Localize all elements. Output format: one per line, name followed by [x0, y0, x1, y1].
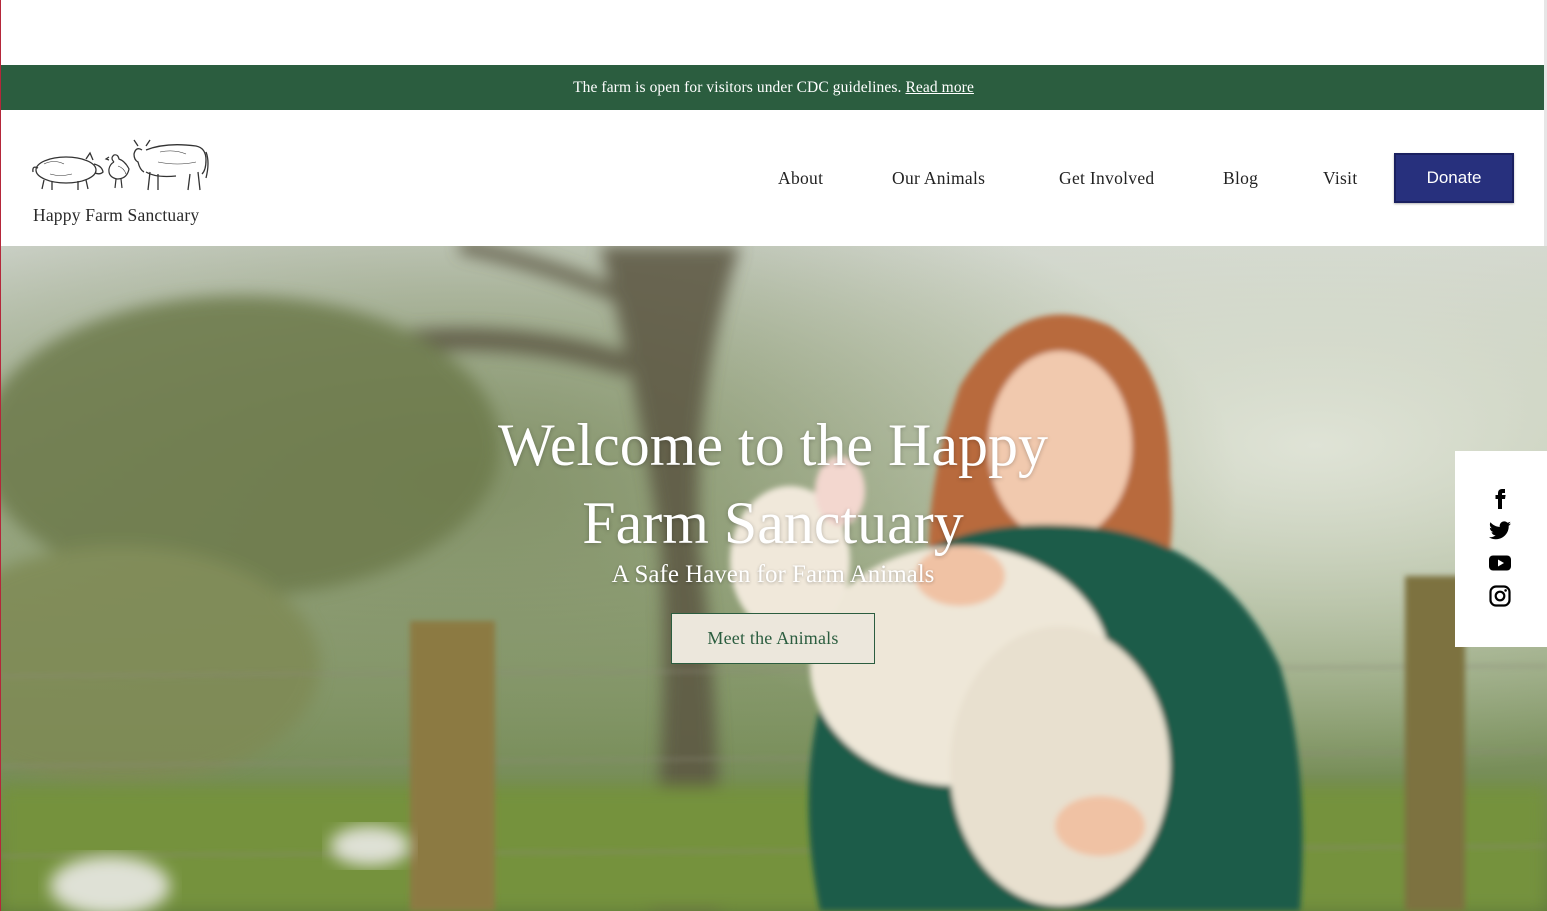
twitter-icon[interactable]: [1488, 518, 1512, 542]
meet-the-animals-button[interactable]: Meet the Animals: [671, 613, 875, 664]
brand-name: Happy Farm Sanctuary: [33, 205, 200, 225]
instagram-icon[interactable]: [1488, 584, 1512, 608]
facebook-icon[interactable]: [1488, 485, 1512, 509]
social-bar: [1455, 451, 1547, 647]
hero-title: Welcome to the Happy Farm Sanctuary: [420, 406, 1126, 562]
farm-animals-logo-icon: [32, 139, 209, 191]
youtube-icon[interactable]: [1488, 551, 1512, 575]
hero-section: Welcome to the Happy Farm Sanctuary A Sa…: [0, 246, 1547, 911]
announcement-text: The farm is open for visitors under CDC …: [573, 78, 902, 96]
nav-blog[interactable]: Blog: [1223, 153, 1258, 203]
announcement-bar: The farm is open for visitors under CDC …: [0, 65, 1547, 110]
hero-title-line-1: Welcome to the Happy: [498, 412, 1048, 478]
nav-visit[interactable]: Visit: [1323, 153, 1357, 203]
nav-our-animals[interactable]: Our Animals: [892, 153, 985, 203]
read-more-link[interactable]: Read more: [905, 79, 973, 97]
site-header: Happy Farm Sanctuary About Our Animals G…: [0, 110, 1547, 246]
hero-title-line-2: Farm Sanctuary: [582, 490, 964, 556]
nav-about[interactable]: About: [778, 153, 823, 203]
site-logo[interactable]: Happy Farm Sanctuary: [30, 132, 220, 232]
donate-button[interactable]: Donate: [1394, 153, 1514, 203]
window-edge: [0, 0, 1, 911]
nav-get-involved[interactable]: Get Involved: [1059, 153, 1154, 203]
top-blank-strip: [0, 0, 1547, 65]
hero-subtitle: A Safe Haven for Farm Animals: [611, 561, 935, 588]
